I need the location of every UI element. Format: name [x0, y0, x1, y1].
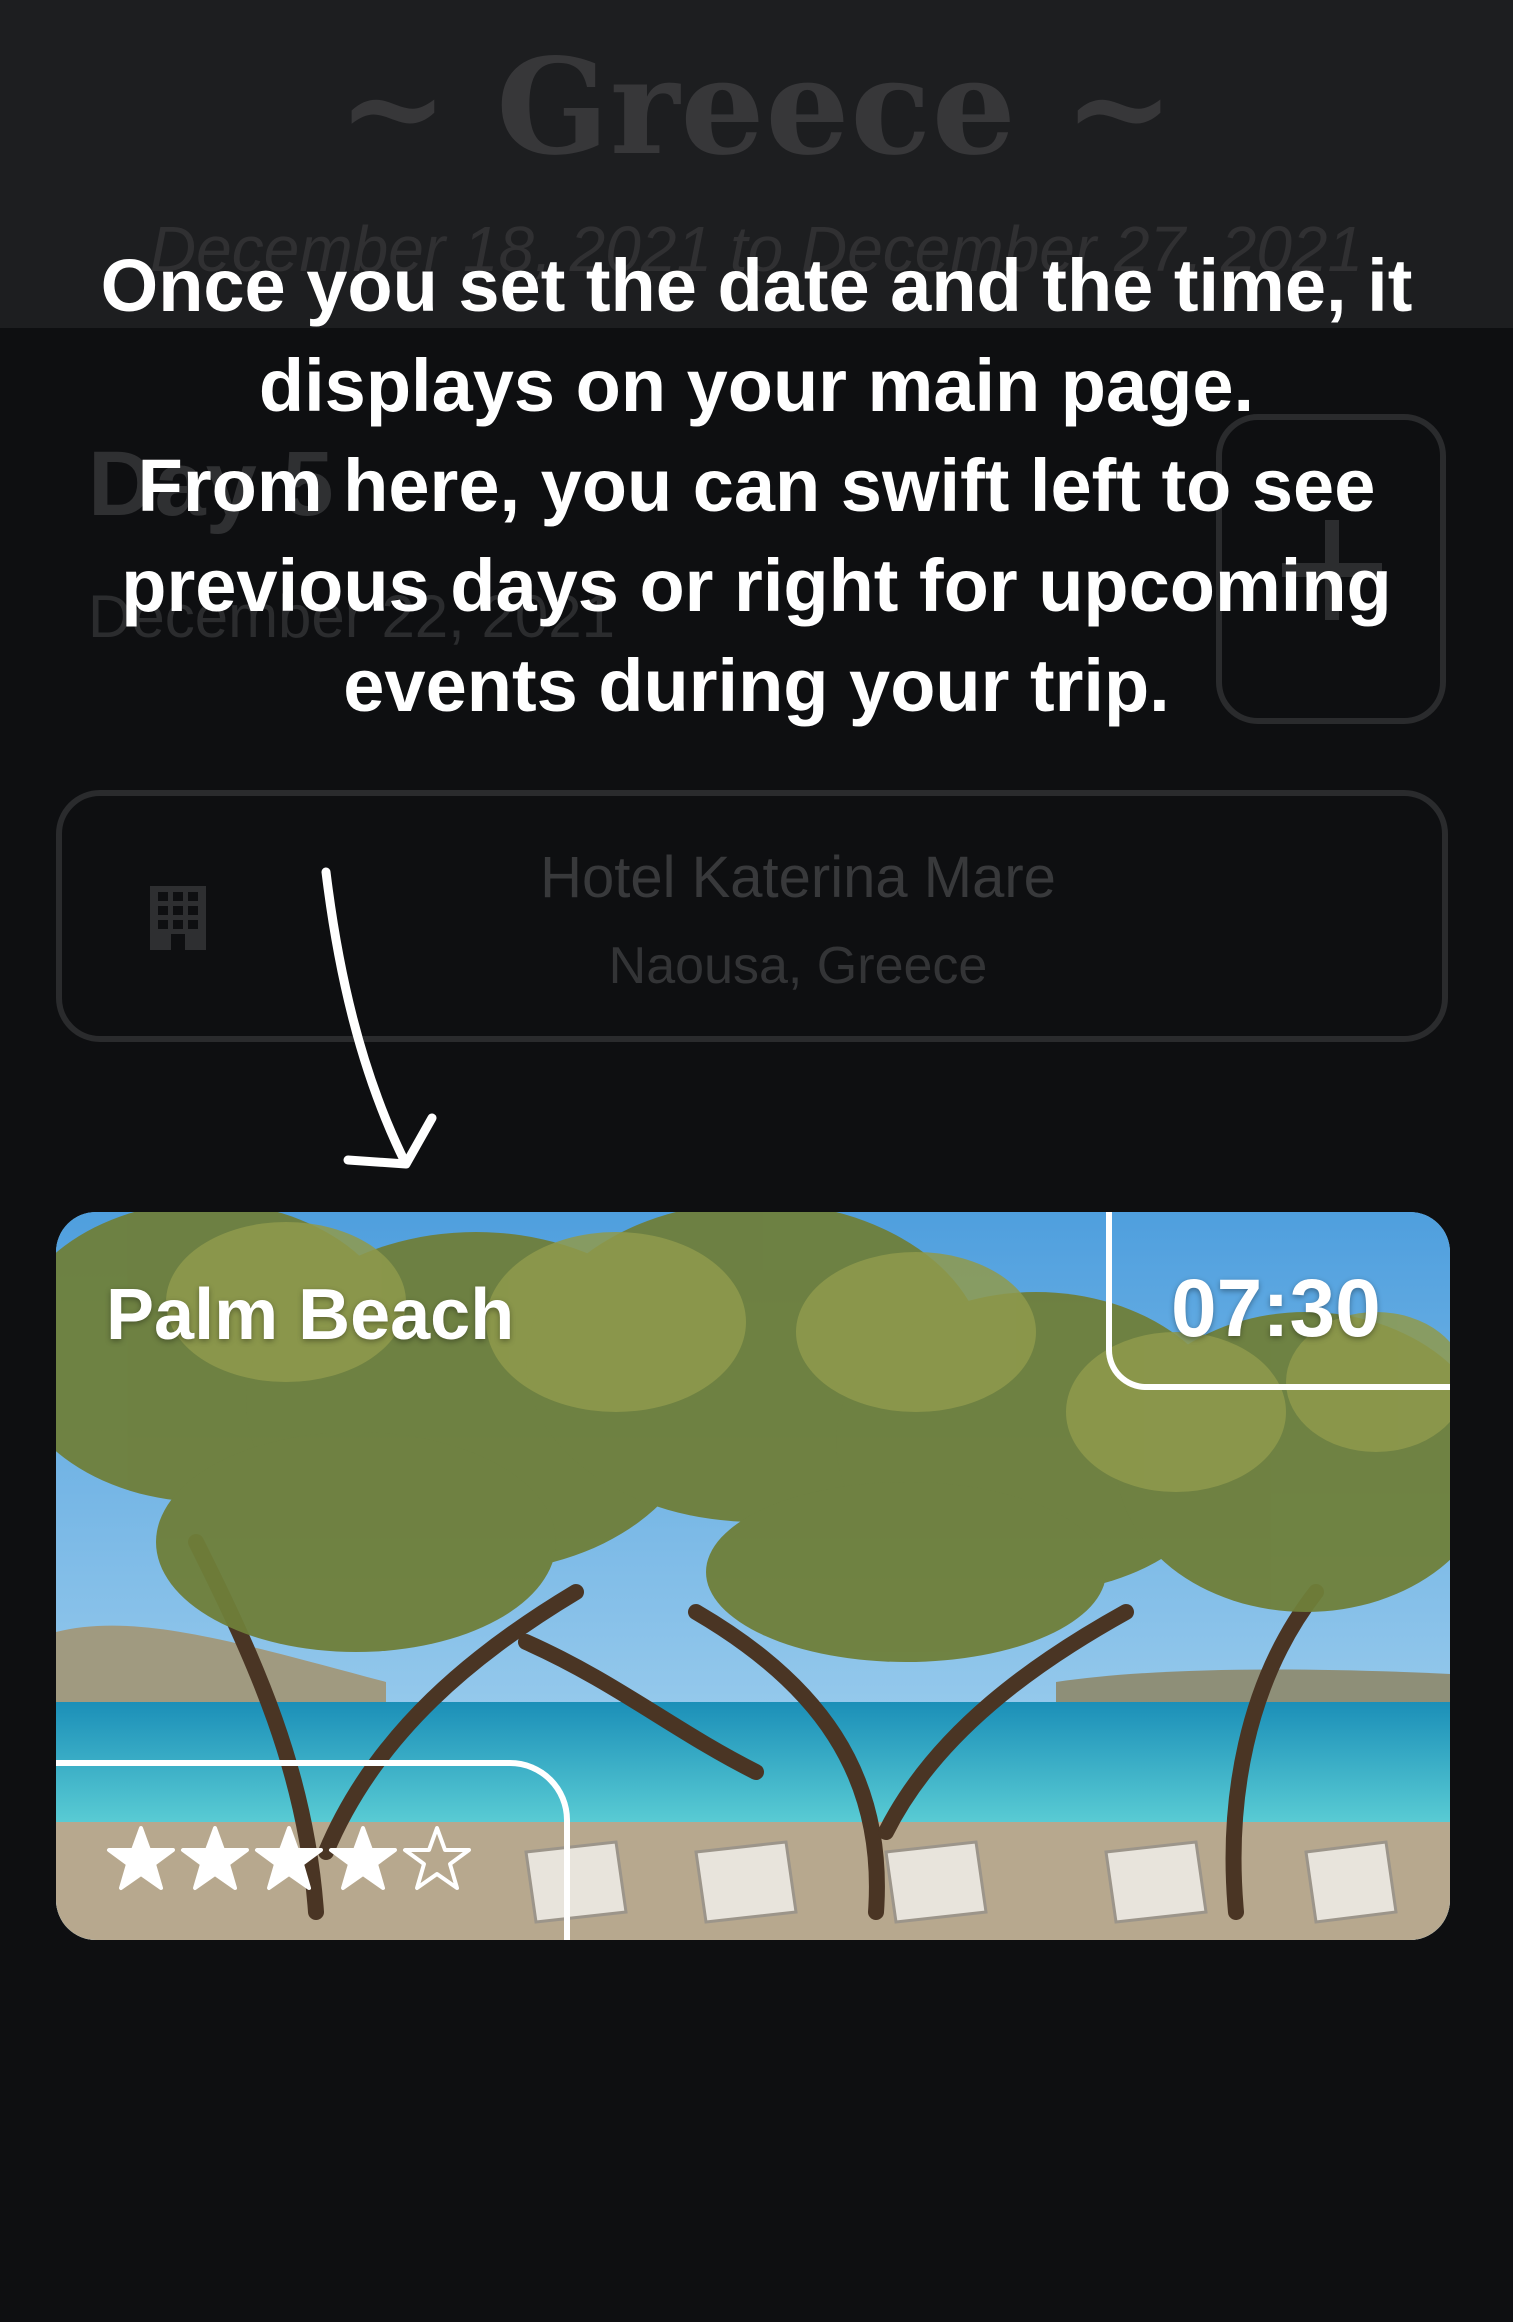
- star-filled-icon: [107, 1826, 175, 1890]
- star-filled-icon: [181, 1826, 249, 1890]
- hotel-location: Naousa, Greece: [608, 937, 988, 995]
- trip-title: ~ Greece ~: [337, 30, 1176, 185]
- hotel-name: Hotel Katerina Mare: [540, 845, 1056, 910]
- event-time: 07:30: [1171, 1263, 1381, 1354]
- event-card[interactable]: Palm Beach 07:30: [56, 1212, 1450, 1940]
- hotel-card[interactable]: Hotel Katerina Mare Naousa, Greece: [56, 790, 1448, 1042]
- star-empty-icon: [403, 1826, 471, 1890]
- tutorial-instructions: Once you set the date and the time, it d…: [60, 236, 1453, 736]
- event-title: Palm Beach: [106, 1275, 515, 1355]
- instruction-text-2: From here, you can swift left to see pre…: [121, 444, 1392, 727]
- trip-screen: ~ Greece ~ December 18, 2021 to December…: [0, 0, 1513, 2322]
- instruction-text-1: Once you set the date and the time, it d…: [100, 244, 1413, 427]
- star-filled-icon: [329, 1826, 397, 1890]
- star-filled-icon: [255, 1826, 323, 1890]
- arrow-down-icon: [321, 867, 437, 1169]
- star-rating: [106, 1824, 472, 1894]
